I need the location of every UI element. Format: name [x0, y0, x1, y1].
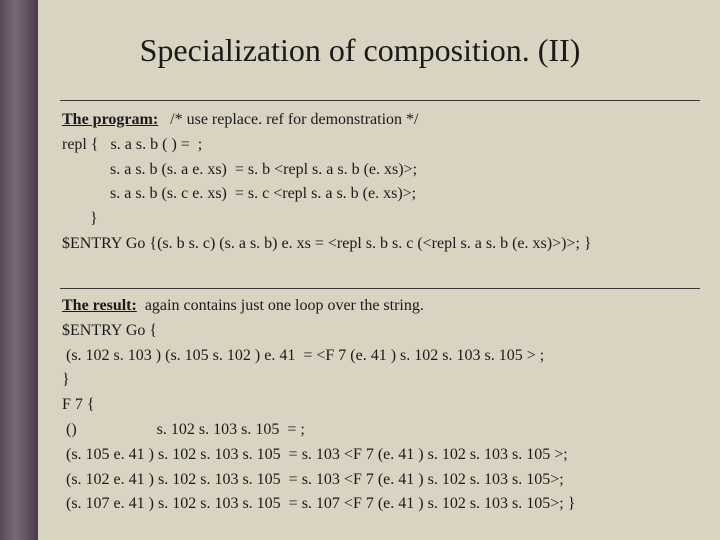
program-line: }	[62, 207, 710, 232]
result-line: () s. 102 s. 103 s. 105 = ;	[62, 418, 710, 443]
divider-top	[60, 100, 700, 101]
result-heading-line: The result: again contains just one loop…	[62, 294, 710, 319]
program-heading-line: The program: /* use replace. ref for dem…	[62, 108, 710, 133]
result-comment: again contains just one loop over the st…	[145, 297, 424, 314]
program-line: s. a s. b (s. c e. xs) = s. c <repl s. a…	[62, 182, 710, 207]
slide: Specialization of composition. (II) The …	[0, 0, 720, 540]
result-line: }	[62, 368, 710, 393]
result-line: (s. 107 e. 41 ) s. 102 s. 103 s. 105 = s…	[62, 492, 710, 517]
program-heading: The program:	[62, 111, 158, 128]
slide-title: Specialization of composition. (II)	[0, 32, 720, 69]
result-line: (s. 105 e. 41 ) s. 102 s. 103 s. 105 = s…	[62, 443, 710, 468]
program-line: $ENTRY Go {(s. b s. c) (s. a s. b) e. xs…	[62, 232, 710, 257]
program-block: The program: /* use replace. ref for dem…	[62, 108, 710, 257]
result-heading: The result:	[62, 297, 137, 314]
result-line: $ENTRY Go {	[62, 319, 710, 344]
program-line: repl { s. a s. b ( ) = ;	[62, 133, 710, 158]
result-line: F 7 {	[62, 393, 710, 418]
program-line: s. a s. b (s. a e. xs) = s. b <repl s. a…	[62, 158, 710, 183]
result-line: (s. 102 s. 103 ) (s. 105 s. 102 ) e. 41 …	[62, 344, 710, 369]
program-comment: /* use replace. ref for demonstration */	[170, 111, 418, 128]
slide-sidebar	[0, 0, 38, 540]
divider-mid	[60, 288, 700, 289]
result-line: (s. 102 e. 41 ) s. 102 s. 103 s. 105 = s…	[62, 468, 710, 493]
result-block: The result: again contains just one loop…	[62, 294, 710, 517]
